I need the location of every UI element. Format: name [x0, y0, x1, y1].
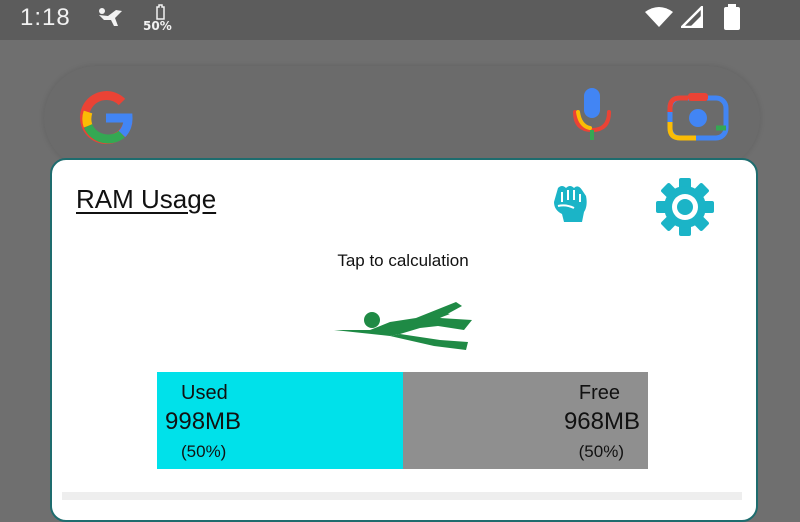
runner-illustration[interactable] — [330, 296, 474, 352]
status-bar: 1:18 50% — [0, 0, 800, 40]
widget-title[interactable]: RAM Usage — [76, 184, 216, 215]
fist-icon[interactable] — [548, 182, 592, 226]
used-size: 998MB — [165, 408, 242, 435]
google-search-bar[interactable] — [44, 66, 760, 170]
battery-saver-label: 50% — [143, 19, 172, 33]
tap-to-calculate-hint[interactable]: Tap to calculation — [0, 251, 800, 271]
mic-icon[interactable] — [570, 86, 614, 144]
gear-icon[interactable] — [654, 176, 716, 238]
free-percent: (50%) — [578, 442, 624, 461]
runner-icon — [99, 8, 122, 26]
wifi-icon — [645, 7, 673, 27]
widget-bottom-strip — [62, 492, 742, 500]
free-memory-panel[interactable]: Free 968MB (50%) — [403, 372, 648, 469]
cell-signal-icon — [681, 6, 703, 28]
google-logo[interactable] — [78, 90, 134, 146]
used-memory-panel[interactable]: Used 998MB (50%) — [157, 372, 403, 469]
used-percent: (50%) — [181, 442, 227, 461]
battery-icon — [724, 4, 740, 30]
battery-saver-icon: 50% — [143, 3, 177, 35]
free-label: Free — [578, 382, 620, 404]
lens-icon[interactable] — [666, 92, 730, 142]
used-label: Used — [181, 382, 228, 404]
free-size: 968MB — [563, 408, 640, 435]
status-time: 1:18 — [20, 4, 71, 31]
